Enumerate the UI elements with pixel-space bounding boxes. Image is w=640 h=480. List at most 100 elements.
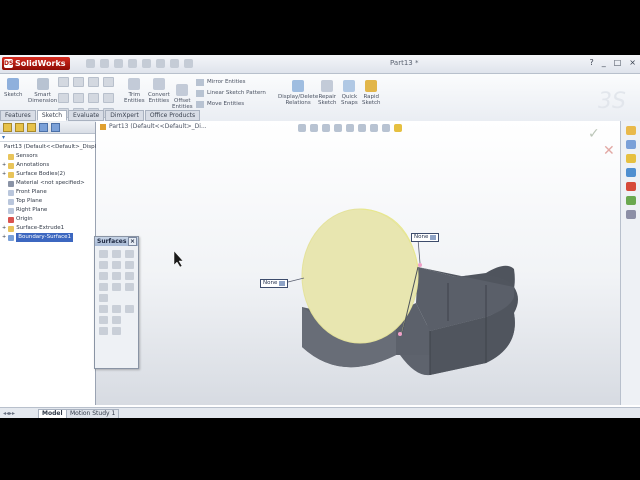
- extruded-surface-tool[interactable]: [99, 250, 108, 258]
- swept-surface-tool[interactable]: [125, 250, 134, 258]
- convert-icon: [152, 78, 165, 90]
- new-icon[interactable]: [86, 59, 95, 68]
- property-manager-icon[interactable]: [15, 123, 24, 132]
- quick-snaps-button[interactable]: Quick Snaps: [341, 80, 358, 106]
- linear-pattern-button[interactable]: Linear Sketch Pattern: [196, 88, 266, 99]
- minimize-button[interactable]: _: [602, 58, 606, 67]
- sketch-button[interactable]: Sketch: [4, 78, 23, 98]
- mirror-entities-button[interactable]: Mirror Entities: [196, 77, 266, 88]
- fillet-tool[interactable]: [112, 294, 121, 302]
- boundary-surface[interactable]: [301, 208, 419, 344]
- rectangle-tool[interactable]: [58, 92, 69, 103]
- polygon-tool[interactable]: [73, 92, 84, 103]
- arc-tool[interactable]: [88, 77, 99, 87]
- confirm-ok-icon[interactable]: ✓: [588, 126, 600, 142]
- tag-left[interactable]: None: [260, 279, 289, 288]
- tab-dimxpert[interactable]: DimXpert: [105, 110, 144, 121]
- planar-surface-tool[interactable]: [99, 272, 108, 280]
- maximize-button[interactable]: □: [614, 58, 622, 67]
- ruled-surface-tool[interactable]: [125, 272, 134, 280]
- offset-entities-button[interactable]: Offset Entities: [172, 84, 193, 110]
- tree-item-surface-bodies[interactable]: + Surface Bodies(2): [2, 170, 95, 179]
- display-delete-relations-button[interactable]: Display/Delete Relations: [278, 80, 318, 106]
- tree-item-material[interactable]: Material <not specified>: [2, 179, 95, 188]
- tree-item-top-plane[interactable]: Top Plane: [2, 197, 95, 206]
- search-icon[interactable]: [625, 168, 636, 177]
- solidworks-logo[interactable]: DS SolidWorks: [2, 57, 70, 70]
- tag-right[interactable]: None: [411, 233, 440, 242]
- cut-with-surface-tool[interactable]: [112, 316, 121, 324]
- close-button[interactable]: ×: [629, 58, 636, 67]
- view-palette-icon[interactable]: [625, 182, 636, 191]
- tab-motion-study[interactable]: Motion Study 1: [66, 409, 120, 418]
- lofted-surface-tool[interactable]: [99, 261, 108, 269]
- tree-item-front-plane[interactable]: Front Plane: [2, 188, 95, 197]
- thicken-tool[interactable]: [99, 316, 108, 324]
- tab-evaluate[interactable]: Evaluate: [68, 110, 105, 121]
- tree-item-sensors[interactable]: Sensors: [2, 152, 95, 161]
- replace-face-tool[interactable]: [112, 305, 121, 313]
- smart-dimension-button[interactable]: Smart Dimension: [28, 78, 57, 104]
- tab-sketch[interactable]: Sketch: [36, 110, 68, 121]
- open-icon[interactable]: [100, 59, 109, 68]
- tree-root[interactable]: Part13 (Default<<Default>_Display: [2, 143, 103, 152]
- tree-item-annotations[interactable]: + Annotations: [2, 161, 95, 170]
- trim-entities-button[interactable]: Trim Entities: [124, 78, 145, 104]
- trim-surface-tool[interactable]: [112, 283, 121, 291]
- resources-icon[interactable]: [625, 126, 636, 135]
- tree-item-surface-extrude[interactable]: + Surface-Extrude1: [2, 224, 95, 233]
- help-button[interactable]: ?: [589, 58, 593, 67]
- selection-point[interactable]: [418, 263, 422, 267]
- select-icon[interactable]: [156, 59, 165, 68]
- configuration-icon[interactable]: [27, 123, 36, 132]
- mid-surface-tool[interactable]: [112, 327, 121, 335]
- options-icon[interactable]: [184, 59, 193, 68]
- rebuild-icon[interactable]: [170, 59, 179, 68]
- tree-item-boundary-surface[interactable]: + Boundary-Surface1: [2, 233, 95, 242]
- app-brand: SolidWorks: [15, 59, 66, 68]
- line-tool[interactable]: [58, 77, 69, 87]
- tree-item-origin[interactable]: Origin: [2, 215, 95, 224]
- offset-surface-tool[interactable]: [112, 272, 121, 280]
- boundary-surface-tool[interactable]: [112, 261, 121, 269]
- display-manager-icon[interactable]: [51, 123, 60, 132]
- ellipse-tool[interactable]: [88, 92, 99, 103]
- revolved-surface-tool[interactable]: [112, 250, 121, 258]
- fillet-tool[interactable]: [103, 92, 114, 103]
- confirm-cancel-icon[interactable]: ✕: [603, 143, 615, 159]
- extend-surface-tool[interactable]: [99, 283, 108, 291]
- knit-surface-tool[interactable]: [125, 283, 134, 291]
- tab-features[interactable]: Features: [0, 110, 36, 121]
- radiate-surface-tool[interactable]: [99, 327, 108, 335]
- document-title: Part13 *: [390, 59, 419, 67]
- graphics-area[interactable]: Part13 (Default<<Default>_Di... None Non…: [94, 121, 621, 405]
- repair-sketch-button[interactable]: Repair Sketch: [318, 80, 337, 106]
- appearances-icon[interactable]: [625, 196, 636, 205]
- file-explorer-icon[interactable]: [625, 154, 636, 163]
- undo-icon[interactable]: [142, 59, 151, 68]
- tab-model[interactable]: Model: [38, 409, 67, 418]
- save-icon[interactable]: [114, 59, 123, 68]
- design-library-icon[interactable]: [625, 140, 636, 149]
- rapid-sketch-button[interactable]: Rapid Sketch: [362, 80, 381, 106]
- dimxpert-icon[interactable]: [39, 123, 48, 132]
- selection-point[interactable]: [398, 332, 402, 336]
- tree-item-right-plane[interactable]: Right Plane: [2, 206, 95, 215]
- spline-tool[interactable]: [103, 77, 114, 87]
- move-entities-button[interactable]: Move Entities: [196, 99, 266, 110]
- print-icon[interactable]: [128, 59, 137, 68]
- surfaces-toolbar-title[interactable]: Surfaces ×: [95, 237, 138, 246]
- close-icon[interactable]: ×: [128, 237, 137, 246]
- tab-office-products[interactable]: Office Products: [144, 110, 201, 121]
- scroll-arrows-icon[interactable]: ◂◂▸▸: [3, 410, 15, 417]
- filter-icon[interactable]: ▾: [0, 134, 95, 142]
- delete-face-tool[interactable]: [99, 305, 108, 313]
- move-face-tool[interactable]: [125, 305, 134, 313]
- convert-entities-button[interactable]: Convert Entities: [148, 78, 170, 104]
- custom-properties-icon[interactable]: [625, 210, 636, 219]
- circle-tool[interactable]: [73, 77, 84, 87]
- filled-surface-tool[interactable]: [125, 261, 134, 269]
- model-canvas[interactable]: [96, 121, 621, 405]
- feature-tree-icon[interactable]: [3, 123, 12, 132]
- untrim-surface-tool[interactable]: [99, 294, 108, 302]
